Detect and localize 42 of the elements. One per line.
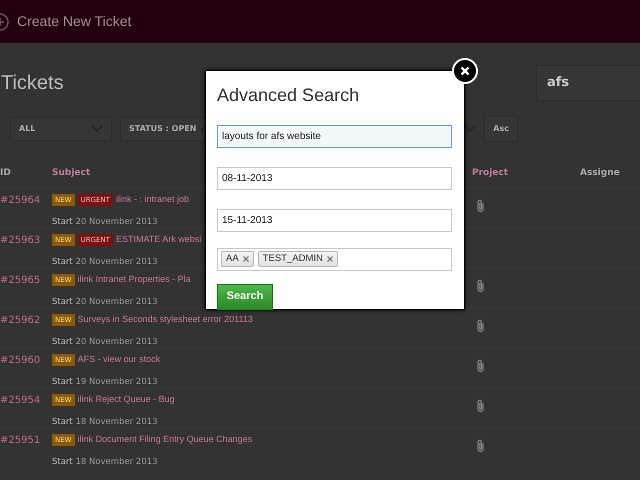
ticket-id[interactable]: #25963 <box>0 229 52 268</box>
ticket-subject[interactable]: Surveys in Seconds stylesheet error 201113 <box>78 313 253 326</box>
search-button[interactable]: Search <box>217 284 273 310</box>
tag-input-field[interactable]: AA TEST_ADMIN <box>217 248 452 271</box>
ticket-id[interactable]: #25954 <box>0 389 52 428</box>
ticket-id[interactable]: #25965 <box>0 269 52 308</box>
ticket-subject[interactable]: ilink Intranet Properties - Pla <box>78 273 191 286</box>
status-label: STATUS : OPEN <box>129 123 196 135</box>
start-date: Start 20 November 2013 <box>52 256 158 268</box>
tag-chip[interactable]: AA <box>221 250 254 268</box>
input-field[interactable]: layouts for afs website <box>217 124 452 148</box>
ticket-subject[interactable]: ilink Document Filing Entry Queue Changes <box>78 433 252 446</box>
close-icon[interactable] <box>452 58 478 84</box>
start-date: Start 20 November 2013 <box>52 296 158 308</box>
column-header[interactable]: Assigne <box>580 167 620 181</box>
filter-dropdown[interactable]: ALL <box>10 117 112 141</box>
ticket-id[interactable]: #25964 <box>0 189 52 228</box>
ticket-id[interactable]: #25951 <box>0 429 52 468</box>
start-date: Start 19 November 2013 <box>52 376 158 388</box>
ticket-id[interactable]: #25960 <box>0 349 52 388</box>
create-ticket-link[interactable]: Create New Ticket <box>17 11 132 32</box>
ticket-subject[interactable]: ilink - : intranet job <box>116 193 189 206</box>
start-date: Start 20 November 2013 <box>52 336 158 348</box>
remove-icon[interactable] <box>242 256 249 262</box>
column-header[interactable]: ID <box>0 167 52 181</box>
remove-icon[interactable] <box>326 256 333 262</box>
ticket-subject[interactable]: AFS - view our stock <box>78 353 160 366</box>
input-field[interactable]: 15-11-2013 <box>217 208 452 232</box>
column-header[interactable]: Project <box>472 167 580 181</box>
search-field[interactable]: afs <box>536 65 640 101</box>
page-title: Tickets <box>1 71 64 95</box>
input-field[interactable]: 08-11-2013 <box>217 166 452 190</box>
modal-title: Advanced Search <box>217 85 360 107</box>
start-date: Start 18 November 2013 <box>52 456 158 468</box>
ticket-subject[interactable]: ilink Reject Queue - Bug <box>78 393 175 406</box>
filter-label: ALL <box>19 123 36 135</box>
start-date: Start 20 November 2013 <box>52 216 158 228</box>
start-date: Start 18 November 2013 <box>52 416 158 428</box>
ticket-subject[interactable]: ESTIMATE Ark websi <box>116 233 202 246</box>
ticket-id[interactable]: #25962 <box>0 309 52 348</box>
tag-chip[interactable]: TEST_ADMIN <box>258 250 338 268</box>
sort-button[interactable]: Asc <box>484 116 518 142</box>
